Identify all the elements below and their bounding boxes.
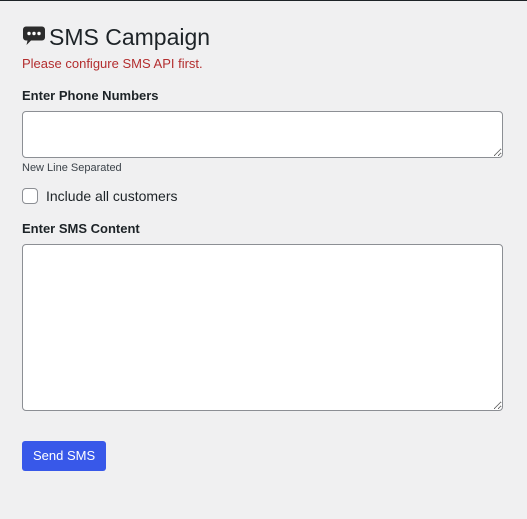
include-all-customers-label[interactable]: Include all customers [46, 187, 178, 205]
phone-numbers-hint: New Line Separated [22, 162, 122, 174]
api-error-notice: Please configure SMS API first. [22, 56, 203, 71]
include-all-customers-row[interactable]: Include all customers [22, 187, 178, 205]
sms-content-field[interactable] [22, 244, 503, 411]
phone-numbers-label: Enter Phone Numbers [22, 88, 159, 103]
page-header: SMS Campaign [22, 22, 210, 52]
phone-numbers-field[interactable] [22, 111, 503, 158]
speech-bubble-icon [22, 24, 46, 48]
page-title: SMS Campaign [49, 24, 211, 50]
sms-content-label: Enter SMS Content [22, 221, 140, 236]
include-all-customers-checkbox[interactable] [22, 188, 38, 204]
send-sms-button[interactable]: Send SMS [22, 441, 107, 471]
